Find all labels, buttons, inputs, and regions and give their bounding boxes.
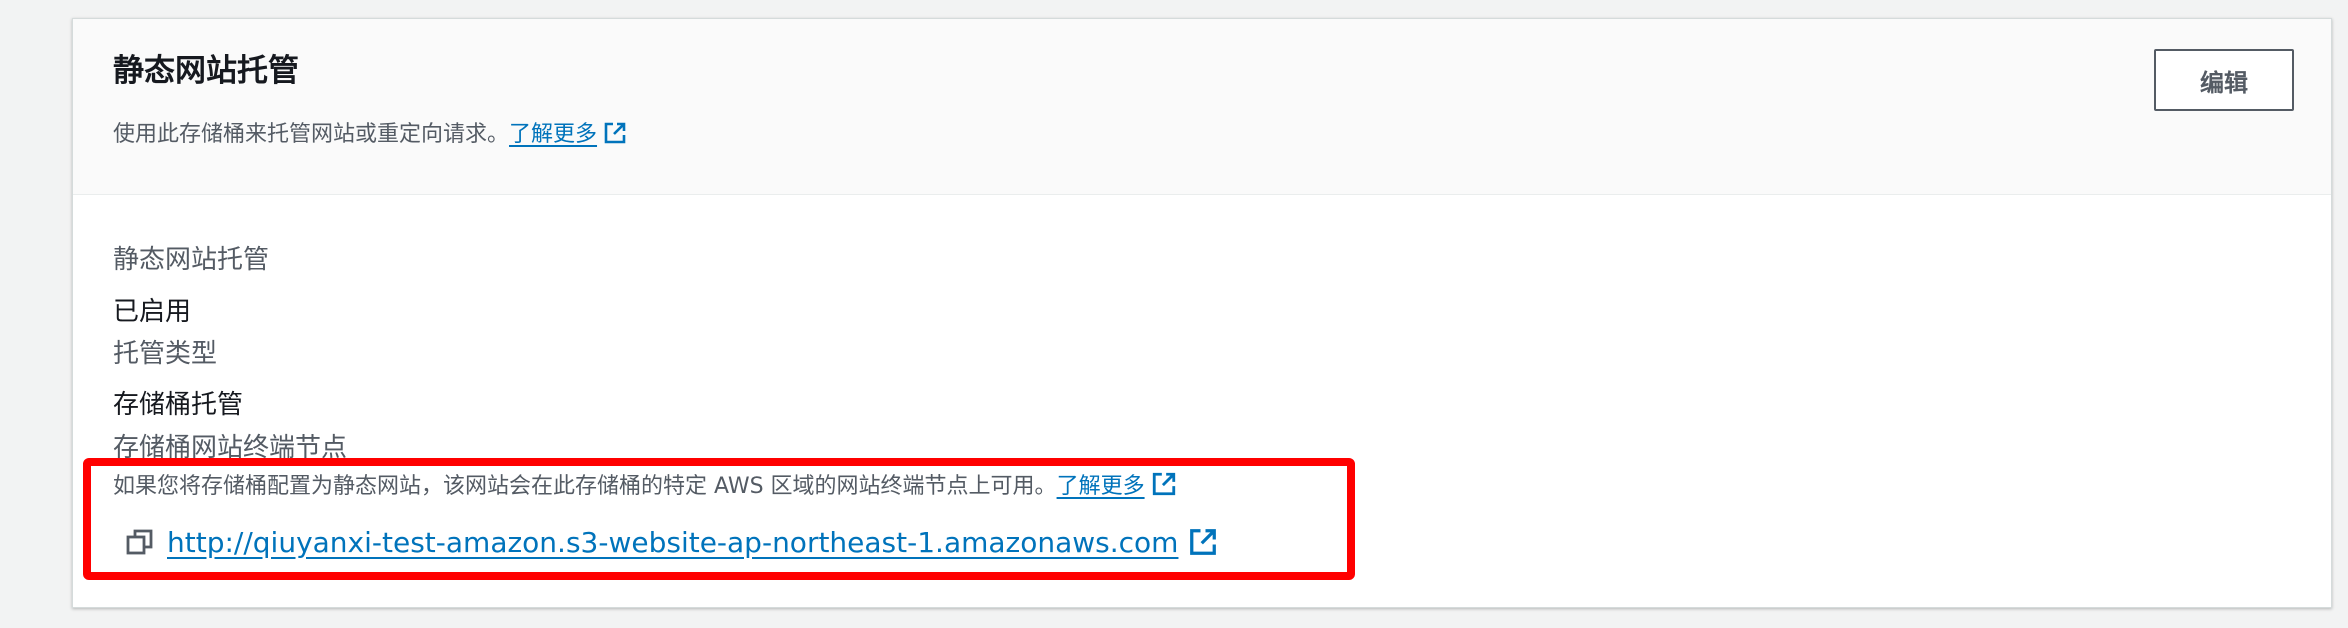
static-website-hosting-panel: 静态网站托管 使用此存储桶来托管网站或重定向请求。了解更多 编辑 静态网站托管 … bbox=[72, 18, 2332, 608]
external-link-icon bbox=[1152, 472, 1175, 496]
endpoint-learn-more-label: 了解更多 bbox=[1056, 474, 1145, 499]
endpoint-label: 存储桶网站终端节点 bbox=[113, 433, 348, 463]
endpoint-help: 如果您将存储桶配置为静态网站，该网站会在此存储桶的特定 AWS 区域的网站终端节… bbox=[113, 471, 1177, 503]
copy-icon[interactable] bbox=[125, 527, 155, 557]
learn-more-link[interactable]: 了解更多 bbox=[509, 122, 627, 147]
learn-more-label: 了解更多 bbox=[509, 122, 598, 147]
endpoint-learn-more-link[interactable]: 了解更多 bbox=[1056, 472, 1177, 499]
hosting-type-label: 托管类型 bbox=[113, 339, 218, 369]
external-link-icon bbox=[604, 122, 626, 144]
panel-description: 使用此存储桶来托管网站或重定向请求。了解更多 bbox=[113, 120, 627, 151]
edit-button[interactable]: 编辑 bbox=[2154, 49, 2294, 111]
endpoint-help-text: 如果您将存储桶配置为静态网站，该网站会在此存储桶的特定 AWS 区域的网站终端节… bbox=[113, 474, 1057, 499]
hosting-label: 静态网站托管 bbox=[113, 245, 270, 275]
external-link-icon[interactable] bbox=[1188, 527, 1218, 557]
hosting-value: 已启用 bbox=[113, 297, 192, 327]
panel-header: 静态网站托管 使用此存储桶来托管网站或重定向请求。了解更多 编辑 bbox=[73, 19, 2331, 195]
hosting-type-value: 存储桶托管 bbox=[113, 390, 244, 420]
panel-title: 静态网站托管 bbox=[113, 53, 299, 89]
panel-description-text: 使用此存储桶来托管网站或重定向请求。 bbox=[113, 122, 510, 147]
endpoint-url-link[interactable]: http://qiuyanxi-test-amazon.s3-website-a… bbox=[167, 526, 1178, 559]
endpoint-url-row: http://qiuyanxi-test-amazon.s3-website-a… bbox=[125, 522, 1218, 562]
